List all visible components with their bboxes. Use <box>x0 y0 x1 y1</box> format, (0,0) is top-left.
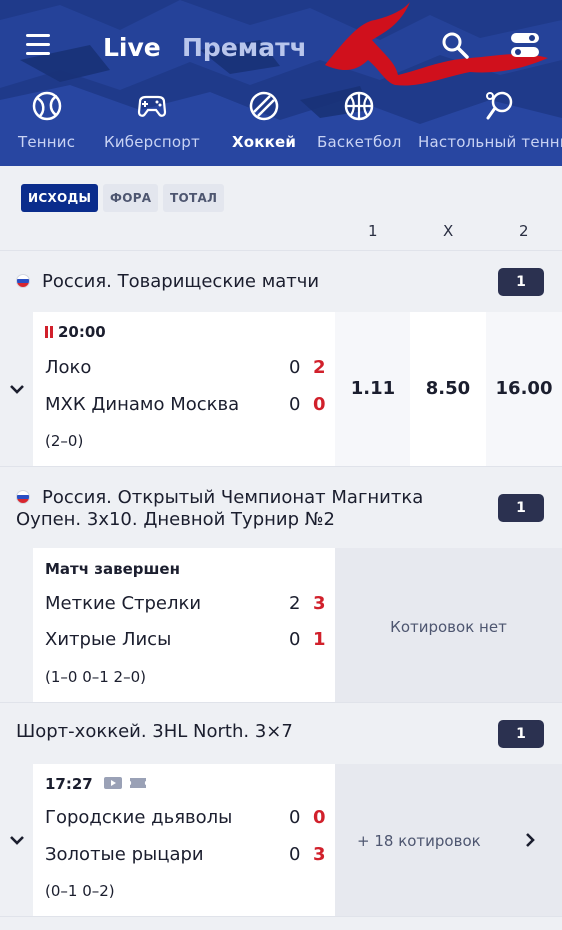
league-header[interactable]: Россия. Открытый Чемпионат Магнитка Оупен… <box>0 466 562 548</box>
league-title: Шорт-хоккей. 3HL North. 3×7 <box>16 721 293 742</box>
sport-basketball[interactable]: Баскетбол <box>317 90 402 166</box>
app-header: Live Прематч Теннис Киберспорт Хоккей Ба… <box>0 0 562 166</box>
score-home-total: 2 <box>313 357 326 378</box>
match-status: Матч завершен <box>45 560 180 578</box>
sport-label: Теннис <box>18 133 76 151</box>
score-away-total: 0 <box>313 394 326 415</box>
settings-toggle-icon[interactable] <box>510 31 540 59</box>
russia-flag-icon <box>16 490 30 504</box>
period-scores: (0–1 0–2) <box>45 882 115 900</box>
odd-draw[interactable]: 8.50 <box>410 312 486 466</box>
more-odds-label: + 18 котировок <box>357 832 481 850</box>
chevron-down-icon[interactable] <box>0 764 33 916</box>
match-row: 20:00 Локо 0 2 МХК Динамо Москва 0 0 (2–… <box>0 312 562 466</box>
odd-home[interactable]: 1.11 <box>335 312 411 466</box>
russia-flag-icon <box>16 274 30 288</box>
basketball-icon <box>345 91 374 121</box>
match-card[interactable]: Матч завершен Меткие Стрелки 2 3 Хитрые … <box>33 548 335 702</box>
score-home-period: 0 <box>289 357 301 378</box>
match-time: 17:27 <box>45 775 147 793</box>
more-odds-button[interactable]: + 18 котировок <box>335 764 562 916</box>
score-away-period: 0 <box>289 629 301 650</box>
score-away-period: 0 <box>289 844 301 865</box>
league-header[interactable]: Россия. Товарищеские матчи 1 <box>0 250 562 312</box>
chip-handicap[interactable]: ФОРА <box>103 184 159 212</box>
gamepad-icon <box>137 95 167 117</box>
video-icon <box>103 777 122 789</box>
odd-away[interactable]: 16.00 <box>486 312 562 466</box>
sport-label: Баскетбол <box>317 133 402 151</box>
search-icon[interactable] <box>440 30 470 60</box>
top-bar: Live Прематч <box>0 0 562 90</box>
sport-label: Хоккей <box>232 133 297 151</box>
team-home: Локо <box>45 357 92 378</box>
menu-icon[interactable] <box>26 34 50 56</box>
score-away-total: 1 <box>313 629 326 650</box>
match-row: 17:27 Городские дьяволы 0 0 Золотые рыца… <box>0 764 562 916</box>
live-pause-icon <box>45 326 48 338</box>
sport-label: Киберспорт <box>104 133 200 151</box>
chevron-right-icon <box>526 833 535 847</box>
team-away: Золотые рыцари <box>45 844 204 865</box>
score-home-period: 0 <box>289 807 301 828</box>
team-away: Хитрые Лисы <box>45 629 172 650</box>
period-scores: (1–0 0–1 2–0) <box>45 668 147 686</box>
chip-outcomes[interactable]: ИСХОДЫ <box>21 184 99 212</box>
match-card[interactable]: 17:27 Городские дьяволы 0 0 Золотые рыца… <box>33 764 335 916</box>
sports-nav: Теннис Киберспорт Хоккей Баскетбол Насто… <box>0 90 562 166</box>
sport-esports[interactable]: Киберспорт <box>104 90 200 166</box>
league-title: Россия. Открытый Чемпионат Магнитка Оупен… <box>16 487 424 530</box>
score-home-period: 2 <box>289 593 301 614</box>
team-away: МХК Динамо Москва <box>45 394 240 415</box>
match-row: Матч завершен Меткие Стрелки 2 3 Хитрые … <box>0 548 562 702</box>
match-time: 20:00 <box>45 323 106 341</box>
league-header[interactable]: Шорт-хоккей. 3HL North. 3×7 1 <box>0 702 562 764</box>
sport-label: Настольный теннис <box>418 133 562 151</box>
chip-total[interactable]: ТОТАЛ <box>163 184 225 212</box>
sport-tennis[interactable]: Теннис <box>18 90 75 166</box>
sport-table-tennis[interactable]: Настольный теннис <box>418 90 562 166</box>
sport-hockey[interactable]: Хоккей <box>232 90 296 166</box>
ticket-icon <box>130 778 147 788</box>
column-header-2: 2 <box>519 222 529 240</box>
team-home: Городские дьяволы <box>45 807 233 828</box>
period-scores: (2–0) <box>45 432 84 450</box>
list-end-spacer <box>0 916 562 930</box>
match-count-badge[interactable]: 1 <box>498 494 544 522</box>
match-count-badge[interactable]: 1 <box>498 268 544 296</box>
team-home: Меткие Стрелки <box>45 593 202 614</box>
score-away-period: 0 <box>289 394 301 415</box>
table-tennis-icon <box>486 91 513 120</box>
tab-live[interactable]: Live <box>103 33 161 62</box>
hockey-puck-icon <box>249 91 279 121</box>
column-header-x: X <box>443 222 454 240</box>
tab-prematch[interactable]: Прематч <box>182 33 307 62</box>
match-count-badge[interactable]: 1 <box>498 720 544 748</box>
chevron-down-icon[interactable] <box>0 312 33 466</box>
score-away-total: 3 <box>313 844 326 865</box>
no-odds-label: Котировок нет <box>390 618 507 636</box>
score-home-total: 0 <box>313 807 326 828</box>
match-card[interactable]: 20:00 Локо 0 2 МХК Динамо Москва 0 0 (2–… <box>33 312 335 466</box>
league-title: Россия. Товарищеские матчи <box>16 271 319 293</box>
tennis-ball-icon <box>32 91 61 121</box>
score-home-total: 3 <box>313 593 326 614</box>
column-header-1: 1 <box>368 222 378 240</box>
market-filters: ИСХОДЫ ФОРА ТОТАЛ 1 X 2 <box>0 166 562 250</box>
